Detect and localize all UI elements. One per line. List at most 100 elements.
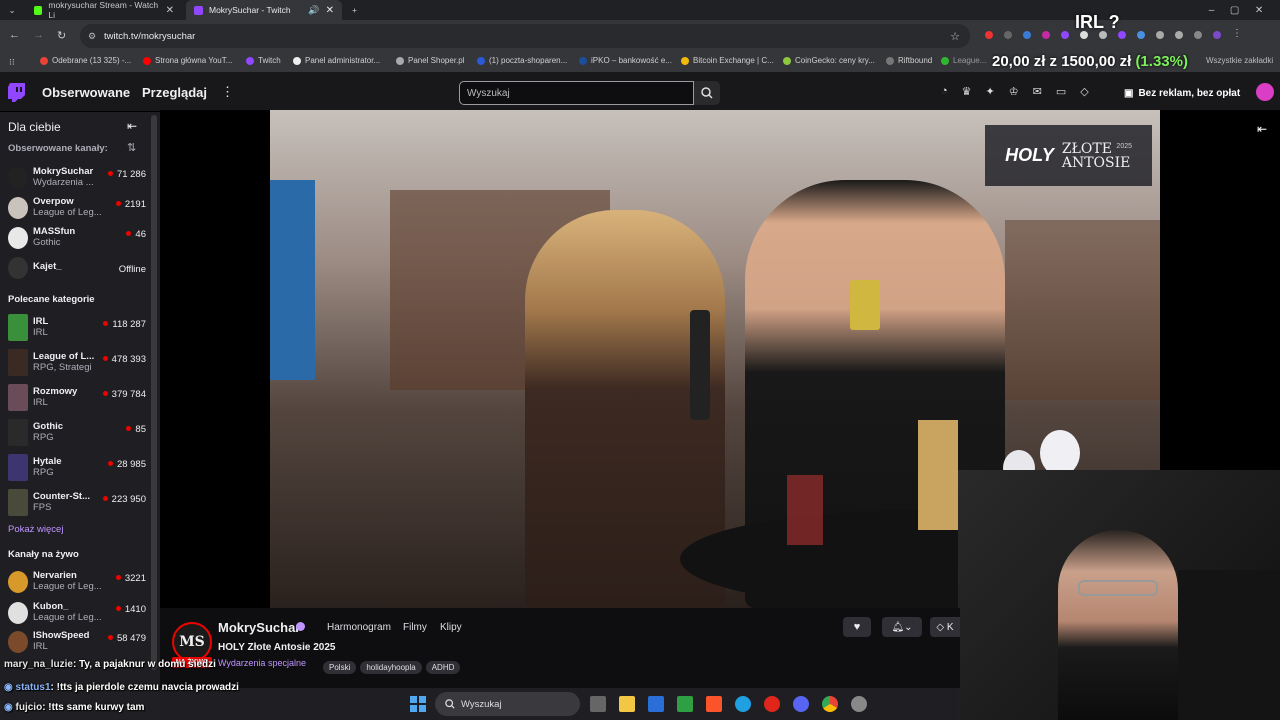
brave-icon[interactable] (706, 696, 722, 712)
sidebar-scrollbar[interactable] (151, 115, 157, 670)
sort-icon[interactable]: ⇅ (127, 141, 136, 154)
whispers-icon[interactable]: ▭ (1056, 85, 1066, 98)
sidebar-live-ishowspeed[interactable]: IShowSpeed IRL 58 479 (6, 628, 146, 658)
user-avatar[interactable] (1256, 83, 1274, 101)
sidebar-category-hytale[interactable]: Hytale RPG 28 985 (6, 454, 146, 484)
extension-icon[interactable] (1061, 31, 1069, 39)
tab-schedule[interactable]: Harmonogram (327, 622, 391, 633)
discord-icon[interactable] (793, 696, 809, 712)
bookmark-poczta[interactable]: (1) poczta-shoparen... (477, 56, 567, 65)
bookmark-ipko[interactable]: iPKO – bankowość e... (579, 56, 672, 65)
twitch-logo-icon[interactable] (8, 83, 25, 102)
sidebar-category-gothic[interactable]: Gothic RPG 85 (6, 419, 146, 449)
bookmark-binance[interactable]: Bitcoin Exchange | C... (681, 56, 774, 65)
subscribe-button[interactable]: ◇ K (930, 617, 960, 637)
nav-browse-link[interactable]: Przeglądaj (142, 85, 207, 100)
close-window-icon[interactable]: ✕ (1255, 5, 1263, 16)
tab-videos[interactable]: Filmy (403, 622, 427, 633)
opera-icon[interactable] (764, 696, 780, 712)
live-channels-label: Kanały na żywo (8, 549, 79, 560)
activity-icon[interactable]: ◔ (941, 85, 948, 98)
sidebar-channel-mokrysuchar[interactable]: MokrySuchar Wydarzenia ... 71 286 (6, 164, 146, 194)
extension-icon[interactable] (1042, 31, 1050, 39)
taskbar-search[interactable]: Wyszukaj (435, 692, 580, 716)
sidebar-live-nervarien[interactable]: Nervarien League of Leg... 3221 (6, 568, 146, 598)
bookmark-panel-admin[interactable]: Panel administrator... (293, 56, 380, 65)
task-view-icon[interactable] (590, 696, 606, 712)
site-info-icon[interactable]: ⚙ (88, 31, 96, 42)
forward-icon[interactable]: → (33, 29, 44, 41)
search-button[interactable] (694, 81, 720, 105)
profile-avatar[interactable] (1213, 31, 1221, 39)
media-icon[interactable] (1175, 31, 1183, 39)
all-bookmarks[interactable]: Wszystkie zakładki (1206, 56, 1273, 65)
nav-followed-link[interactable]: Obserwowane (42, 85, 130, 100)
close-tab-icon[interactable]: ✕ (166, 5, 174, 16)
url-field[interactable]: ⚙ twitch.tv/mokrysuchar ☆ (80, 24, 970, 48)
bookmark-twitch[interactable]: Twitch (246, 56, 281, 65)
browser-tab-twitch[interactable]: MokrySuchar - Twitch 🔊 ✕ (186, 0, 342, 20)
sidebar-category-irl[interactable]: IRL IRL 118 287 (6, 314, 146, 344)
prime-crown-icon[interactable]: ♛ (962, 85, 972, 98)
gift-icon[interactable]: ✦ (986, 85, 995, 98)
bookmark-youtube[interactable]: Strona główna YouT... (143, 56, 232, 65)
bookmark-star-icon[interactable]: ☆ (950, 30, 960, 43)
sidebar-channel-overpow[interactable]: Overpow League of Leg... 2191 (6, 194, 146, 224)
collapse-sidebar-icon[interactable]: ⇤ (127, 119, 137, 133)
notifications-button[interactable]: 🔔︎⌄ (882, 617, 922, 637)
no-ads-button[interactable]: ▣ Bez reklam, bez opłat (1124, 83, 1240, 103)
league-icon (941, 56, 949, 65)
windows-start-icon[interactable] (410, 696, 426, 712)
edge-icon[interactable] (735, 696, 751, 712)
tab-clips[interactable]: Klipy (440, 622, 462, 633)
sidebar-category-rozmowy[interactable]: Rozmowy IRL 379 784 (6, 384, 146, 414)
sidebar-category-league[interactable]: League of L... RPG, Strategi 478 393 (6, 349, 146, 379)
category-tags: IRL (33, 327, 48, 338)
inbox-icon[interactable]: ✉ (1033, 85, 1042, 98)
sidebar-category-counter-strike[interactable]: Counter-St... FPS 223 950 (6, 489, 146, 519)
speaker-icon[interactable]: 🔊 (308, 5, 319, 16)
bookmark-shoper[interactable]: Panel Shoper.pl (396, 56, 465, 65)
browser-tab-kick[interactable]: mokrysuchar Stream - Watch Li ✕ (26, 0, 182, 20)
extension-icon[interactable] (1004, 31, 1012, 39)
sidebar-channel-kajet[interactable]: Kajet_ Offline (6, 254, 146, 284)
excel-icon[interactable] (677, 696, 693, 712)
more-kebab-icon[interactable]: ⋮ (221, 84, 234, 100)
stream-category-link[interactable]: Wydarzenia specjalne (218, 658, 306, 668)
sidebar-channel-massfun[interactable]: MASSfun Gothic 46 (6, 224, 146, 254)
sidebar-live-kubon[interactable]: Kubon_ League of Leg... 1410 (6, 599, 146, 629)
reload-icon[interactable]: ↻ (57, 29, 66, 42)
maximize-icon[interactable]: ▢ (1230, 5, 1239, 16)
store-icon[interactable] (648, 696, 664, 712)
channel-avatar[interactable]: MS (172, 622, 212, 662)
obs-icon[interactable] (851, 696, 867, 712)
crown-icon[interactable]: ♔ (1009, 85, 1019, 98)
bookmark-gmail[interactable]: Odebrane (13 325) -... (40, 56, 131, 65)
extension-icon[interactable] (985, 31, 993, 39)
menu-kebab-icon[interactable]: ⋮ (1232, 28, 1242, 39)
extension-icon[interactable] (1023, 31, 1031, 39)
close-tab-icon[interactable]: ✕ (326, 5, 334, 16)
bookmark-coingecko[interactable]: CoinGecko: ceny kry... (783, 56, 875, 65)
chrome-icon[interactable] (822, 696, 838, 712)
channel-name-heading[interactable]: MokrySuchar (218, 620, 300, 635)
back-icon[interactable]: ← (9, 29, 20, 41)
sidepanel-icon[interactable] (1194, 31, 1202, 39)
apps-grid-icon[interactable]: ⁝⁝ (9, 57, 15, 68)
follow-button[interactable]: ♥ (843, 617, 871, 637)
tab-search-button[interactable]: ⌄ (0, 0, 24, 20)
tag-pill[interactable]: Polski (323, 661, 357, 674)
bookmark-league[interactable]: League... (941, 56, 986, 65)
puzzle-icon[interactable] (1156, 31, 1164, 39)
expand-chat-icon[interactable]: ⇤ (1257, 122, 1267, 136)
minimize-icon[interactable]: – (1209, 5, 1215, 16)
bits-icon[interactable]: ◇ (1080, 85, 1088, 98)
show-more-link[interactable]: Pokaż więcej (8, 524, 63, 535)
tag-pill[interactable]: holidayhoopla (360, 661, 422, 674)
file-explorer-icon[interactable] (619, 696, 635, 712)
bookmark-riftbound[interactable]: Riftbound (886, 56, 932, 65)
tag-pill[interactable]: ADHD (425, 661, 461, 674)
new-tab-button[interactable]: + (344, 0, 364, 20)
extension-icon[interactable] (1137, 31, 1145, 39)
twitch-search-input[interactable]: Wyszukaj (459, 81, 694, 105)
